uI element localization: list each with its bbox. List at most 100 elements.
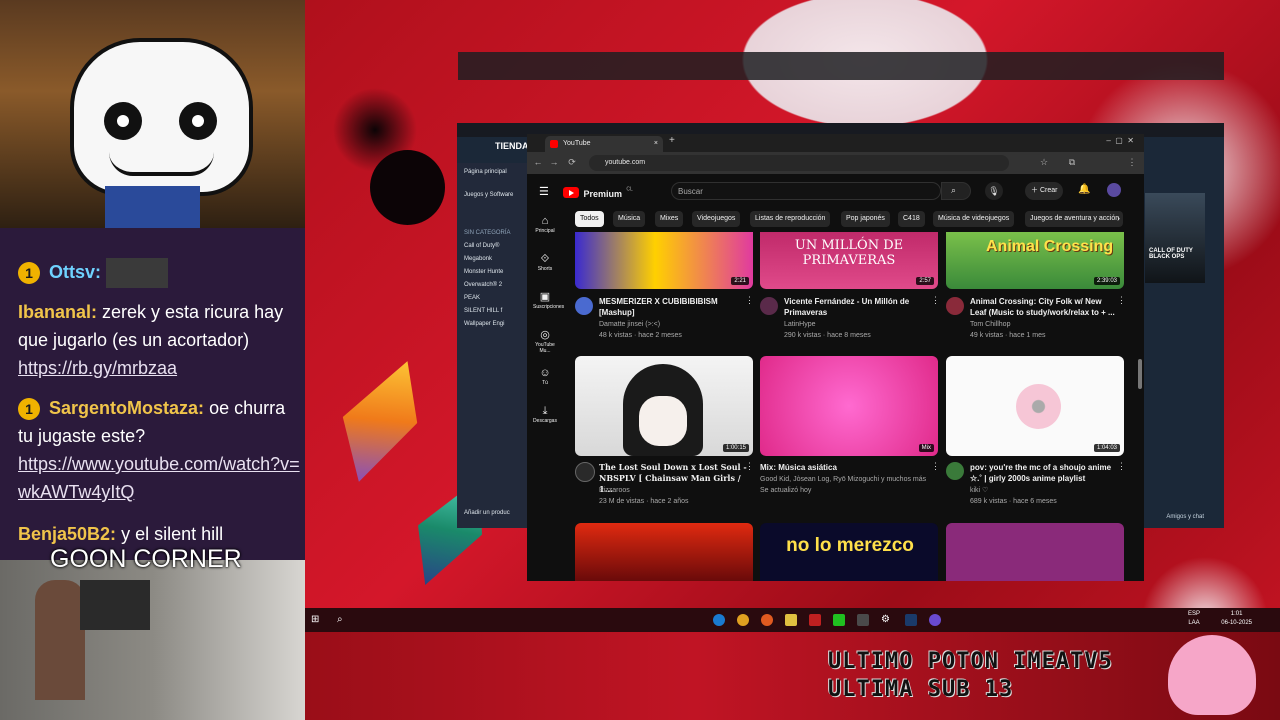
folder-icon[interactable] [785,614,797,626]
app-icon[interactable] [833,614,845,626]
steam-game-item[interactable]: Monster Hunte [464,269,503,275]
video-thumbnail[interactable]: 1:00:15 [575,356,753,456]
steam-game-item[interactable]: Wallpaper Engi [464,321,504,327]
chips-next-icon[interactable]: › [1117,213,1120,223]
video-channel[interactable]: Pizzaroos [599,485,759,496]
steam-game-item[interactable]: SILENT HILL f [464,308,502,314]
chrome-icon[interactable] [737,614,749,626]
extensions-icon[interactable]: ⧉ [1067,157,1077,167]
back-icon[interactable]: ← [533,157,543,167]
video-menu-icon[interactable]: ⋮ [745,296,754,305]
search-input[interactable]: Buscar [671,182,941,200]
notifications-bell-icon[interactable]: 🔔 [1078,184,1090,195]
video-thumbnail[interactable] [946,523,1124,581]
app-icon[interactable] [929,614,941,626]
steam-add-game[interactable]: Añadir un produc [464,510,510,516]
youtube-logo[interactable]: Premium CL [563,184,633,202]
edge-icon[interactable] [713,614,725,626]
address-bar[interactable]: youtube.com [589,155,1009,171]
video-title[interactable]: Animal Crossing: City Folk w/ New Leaf (… [970,296,1120,318]
tab-close-icon[interactable]: × [654,136,658,152]
windows-start-icon[interactable]: ⊞ [311,614,323,626]
rail-shorts[interactable]: ⟐ Shorts [533,252,557,272]
video-thumbnail[interactable]: Mix [760,356,938,456]
chip-music[interactable]: Música [613,211,646,227]
hamburger-menu-icon[interactable]: ☰ [539,185,549,198]
new-tab-icon[interactable]: + [669,135,675,146]
video-channel[interactable]: Tom Chillhop [970,319,1130,330]
search-icon[interactable]: ⌕ [337,614,349,626]
chip-videogames[interactable]: Videojuegos [692,211,741,227]
rail-youtube-music[interactable]: ◎ YouTube Mu... [533,328,557,354]
settings-icon[interactable]: ⚙ [881,614,893,626]
video-channel[interactable]: LatinHype [784,319,944,330]
video-menu-icon[interactable]: ⋮ [931,462,940,471]
chat-link[interactable]: https://rb.gy/mrbzaa [18,358,177,378]
chip-game-music[interactable]: Música de videojuegos [933,211,1015,227]
video-title[interactable]: MESMERIZER X CUBIBIBIBISM [Mashup] [599,296,749,318]
steam-game-item[interactable]: Call of Duty® [464,243,499,249]
video-thumbnail[interactable]: 1:04:03 [946,356,1124,456]
steam-filter[interactable]: Juegos y Software [464,192,513,198]
rail-subscriptions[interactable]: ▣ Suscripciones [533,290,564,310]
firefox-icon[interactable] [761,614,773,626]
chip-playlists[interactable]: Listas de reproducción [750,211,831,227]
input-language[interactable]: ESP LAA [1188,610,1200,628]
create-label: Crear [1039,187,1058,194]
rail-downloads[interactable]: ⤓ Descargas [533,404,557,424]
app-icon[interactable] [857,614,869,626]
steam-friends-chat[interactable]: Amigos y chat [1166,514,1204,520]
voice-search-icon[interactable]: 🎙 [985,182,1003,200]
window-controls[interactable]: – ▢ ✕ [1106,136,1134,145]
chip-c418[interactable]: C418 [898,211,925,227]
video-title[interactable]: Mix: Música asiática [760,462,910,473]
reload-icon[interactable]: ⟳ [567,157,577,167]
browser-tab[interactable]: YouTube × [545,136,663,152]
video-channel[interactable]: kiki ♡ [970,485,1130,496]
video-channel[interactable]: Damatte jinsei (>:<) [599,319,759,330]
chip-jpop[interactable]: Pop japonés [841,211,890,227]
video-thumbnail[interactable]: 2:21 [575,232,753,289]
steam-game-card[interactable]: CALL OF DUTY BLACK OPS [1145,193,1205,283]
video-menu-icon[interactable]: ⋮ [745,462,754,471]
user-icon: ☺ [539,367,551,379]
chip-adventure-games[interactable]: Juegos de aventura y acción [1025,211,1123,227]
video-thumbnail[interactable] [575,523,753,581]
video-thumbnail[interactable]: no lo merezco [760,523,938,581]
account-avatar[interactable] [1107,183,1121,197]
chip-mixes[interactable]: Mixes [655,211,684,227]
video-thumbnail[interactable]: Animal Crossing 2:39:03 [946,232,1124,289]
channel-avatar[interactable] [946,297,964,315]
forward-icon[interactable]: → [549,157,559,167]
channel-avatar[interactable] [760,297,778,315]
search-button[interactable]: ⌕ [941,182,971,200]
rail-home[interactable]: ⌂ Principal [533,214,557,234]
stream-chat: 1 Ottsv: Ibananal: zerek y esta ricura h… [0,228,305,560]
channel-avatar[interactable] [575,297,593,315]
video-channel[interactable]: Good Kid, Jòsean Log, Ryō Mizoguchi y mu… [760,474,930,485]
create-button[interactable]: ＋ Crear [1025,182,1064,200]
video-title[interactable]: Vicente Fernández - Un Millón de Primave… [784,296,934,318]
menu-icon[interactable]: ⋮ [1127,157,1137,167]
app-icon[interactable] [809,614,821,626]
video-menu-icon[interactable]: ⋮ [1117,462,1126,471]
chip-all[interactable]: Todos [575,211,604,227]
video-menu-icon[interactable]: ⋮ [931,296,940,305]
steam-game-item[interactable]: Overwatch® 2 [464,282,502,288]
video-menu-icon[interactable]: ⋮ [1117,296,1126,305]
steam-icon[interactable] [905,614,917,626]
star-icon[interactable]: ☆ [1039,157,1049,167]
steam-store-title[interactable]: TIENDA [495,141,529,151]
scrollbar-thumb[interactable] [1138,359,1142,389]
chat-link[interactable]: https://www.youtube.com/watch?v=wkAWTw4y… [18,454,300,502]
goon-corner-label: GOON CORNER [50,545,242,573]
video-title[interactable]: pov: you're the mc of a shoujo anime ☆.˚… [970,462,1120,484]
video-thumbnail[interactable]: UN MILLÓN DE PRIMAVERAS 2:57 [760,232,938,289]
taskbar-clock[interactable]: 1:01 06-10-2025 [1221,610,1252,628]
steam-game-item[interactable]: Megabonk [464,256,492,262]
channel-avatar[interactable] [946,462,964,480]
channel-avatar[interactable] [575,462,595,482]
steam-home-link[interactable]: Página principal [464,169,507,175]
steam-game-item[interactable]: PEAK [464,295,480,301]
rail-you[interactable]: ☺ Tú [533,366,557,386]
